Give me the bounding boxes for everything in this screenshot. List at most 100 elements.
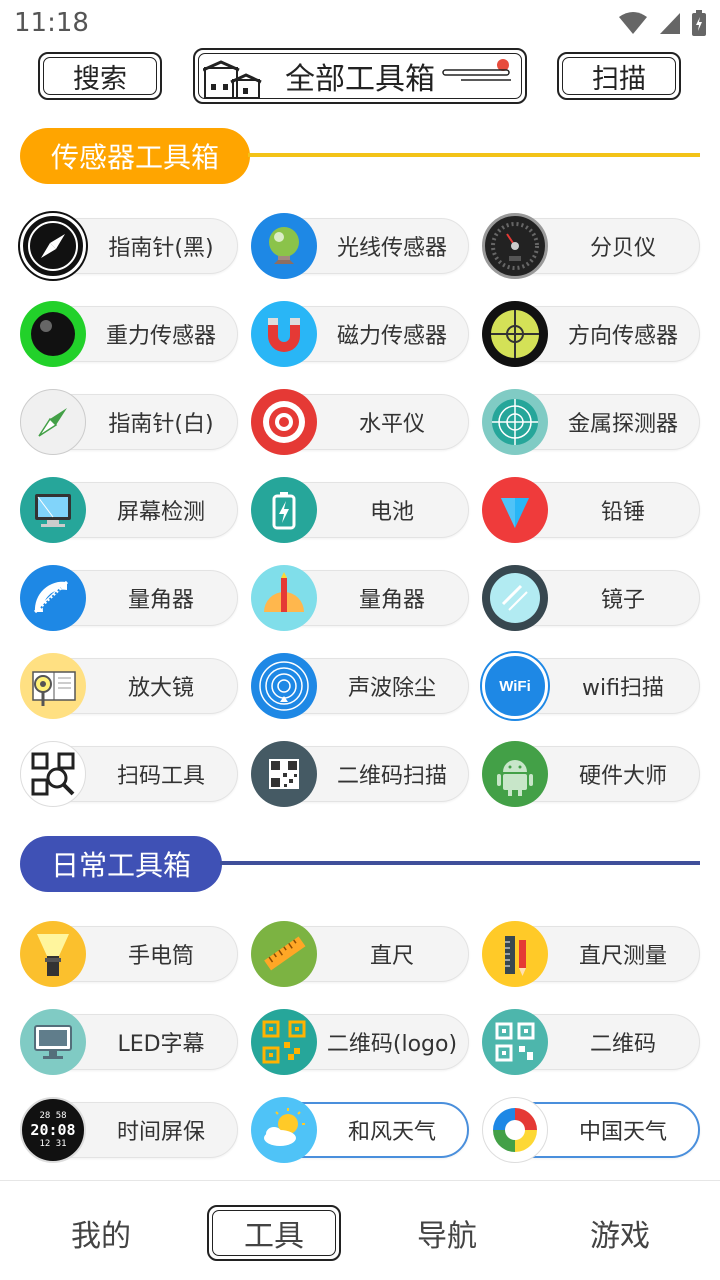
protractor-icon [20, 565, 86, 631]
all-toolbox-title[interactable]: 全部工具箱 [193, 48, 527, 104]
mirror-icon [482, 565, 548, 631]
wifi-icon: WiFi [482, 653, 548, 719]
tool-label: 中国天气 [578, 1120, 667, 1145]
tool-gravity-sensor[interactable]: 重力传感器 [20, 301, 238, 367]
tool-screen-test[interactable]: 屏幕检测 [20, 477, 238, 543]
status-time: 11:18 [14, 8, 89, 38]
radar-icon [482, 389, 548, 455]
clock-icon-line1: 28 58 [39, 1110, 67, 1121]
target-level-icon [251, 389, 317, 455]
tool-label: 量角器 [127, 588, 194, 613]
monitor-icon [20, 477, 86, 543]
qr-code-icon [251, 741, 317, 807]
tool-qr-generate[interactable]: 二维码 [482, 1009, 700, 1075]
tool-metal-detector[interactable]: 金属探测器 [482, 389, 700, 455]
section-divider-line [248, 153, 700, 157]
section-title-pill: 传感器工具箱 [20, 128, 250, 184]
search-button[interactable]: 搜索 [38, 52, 162, 100]
wifi-signal-icon [619, 12, 647, 34]
nav-tab-navigation[interactable]: 导航 [380, 1205, 514, 1261]
tool-flashlight[interactable]: 手电筒 [20, 921, 238, 987]
cloud-sun-decoration-icon [442, 59, 511, 81]
section-title: 传感器工具箱 [50, 141, 219, 174]
magnifier-book-icon [20, 653, 86, 719]
tool-compass-white[interactable]: 指南针(白) [20, 389, 238, 455]
tool-mirror[interactable]: 镜子 [482, 565, 700, 631]
house-decoration-icon [203, 60, 262, 99]
tool-qr-scan[interactable]: 扫码工具 [20, 741, 238, 807]
section-title-pill: 日常工具箱 [20, 836, 222, 892]
tool-light-sensor[interactable]: 光线传感器 [251, 213, 469, 279]
tool-protractor[interactable]: 量角器 [20, 565, 238, 631]
section-header-sensor: 传感器工具箱 [20, 128, 700, 184]
tool-wifi-scan[interactable]: wifi扫描 WiFi [482, 653, 700, 719]
tool-label: 电池 [369, 500, 414, 525]
tool-plumb-bob[interactable]: 铅锤 [482, 477, 700, 543]
tool-label: 放大镜 [127, 676, 194, 701]
tool-level[interactable]: 水平仪 [251, 389, 469, 455]
tool-ruler-protractor[interactable]: 量角器 [251, 565, 469, 631]
section-header-daily: 日常工具箱 [20, 836, 700, 892]
nav-tab-mine[interactable]: 我的 [34, 1205, 168, 1261]
tool-sonic-dust[interactable]: 声波除尘 [251, 653, 469, 719]
tool-list[interactable]: 传感器工具箱 指南针(黑) 光线传感器 分贝仪 重力传感器 磁力传感器 方向传感… [0, 112, 720, 1178]
tool-label: 屏幕检测 [116, 500, 205, 525]
tool-label: 指南针(白) [108, 412, 214, 437]
tool-label: 手电筒 [127, 944, 194, 969]
clock-icon-line3: 12 31 [39, 1138, 67, 1149]
top-bar: 搜索 全部工具箱 扫描 [0, 48, 720, 108]
decibel-meter-icon [482, 213, 548, 279]
cell-signal-icon [660, 13, 680, 34]
nav-tab-label: 游戏 [590, 1219, 650, 1254]
tool-label: 扫码工具 [116, 764, 205, 789]
tool-decibel-meter[interactable]: 分贝仪 [482, 213, 700, 279]
tool-ruler[interactable]: 直尺 [251, 921, 469, 987]
wifi-icon-text: WiFi [499, 677, 531, 695]
tool-qr-code-scan[interactable]: 二维码扫描 [251, 741, 469, 807]
tool-label: 直尺测量 [578, 944, 667, 969]
bottom-nav: 我的 工具 导航 游戏 [0, 1180, 720, 1280]
tool-ruler-measure[interactable]: 直尺测量 [482, 921, 700, 987]
android-icon [482, 741, 548, 807]
status-icons [618, 10, 706, 36]
sun-cloud-icon [251, 1097, 317, 1163]
nav-tab-games[interactable]: 游戏 [553, 1205, 687, 1261]
tool-led-banner[interactable]: LED字幕 [20, 1009, 238, 1075]
nav-tab-label: 工具 [244, 1219, 304, 1254]
tool-magnifier[interactable]: 放大镜 [20, 653, 238, 719]
tool-label: 声波除尘 [347, 676, 436, 701]
flashlight-icon [20, 921, 86, 987]
tool-label: 磁力传感器 [336, 324, 447, 349]
tool-clock-screensaver[interactable]: 时间屏保 28 58 20:08 12 31 [20, 1097, 238, 1163]
tool-label: 水平仪 [358, 412, 425, 437]
pencil-ruler-icon [482, 921, 548, 987]
battery-icon [251, 477, 317, 543]
tool-battery[interactable]: 电池 [251, 477, 469, 543]
tool-direction-sensor[interactable]: 方向传感器 [482, 301, 700, 367]
ruler-icon [251, 921, 317, 987]
tool-label: 量角器 [358, 588, 425, 613]
search-button-label: 搜索 [73, 63, 127, 95]
tool-china-weather[interactable]: 中国天气 [482, 1097, 700, 1163]
color-swirl-icon [482, 1097, 548, 1163]
tool-label: 时间屏保 [116, 1120, 205, 1145]
tool-compass-black[interactable]: 指南针(黑) [20, 213, 238, 279]
tool-label: 方向传感器 [567, 324, 678, 349]
tool-label: 和风天气 [347, 1120, 436, 1145]
qr-scan-icon [20, 741, 86, 807]
scan-button[interactable]: 扫描 [557, 52, 681, 100]
tool-label: 二维码(logo) [326, 1032, 458, 1057]
tool-label: 金属探测器 [567, 412, 678, 437]
tool-magnetic-sensor[interactable]: 磁力传感器 [251, 301, 469, 367]
tool-hardware-master[interactable]: 硬件大师 [482, 741, 700, 807]
page-title: 全部工具箱 [285, 62, 435, 97]
nav-tab-tools[interactable]: 工具 [207, 1205, 341, 1261]
battery-status-icon [692, 10, 706, 36]
tool-label: 铅锤 [600, 500, 645, 525]
tool-label: 指南针(黑) [108, 236, 214, 261]
tool-label: 镜子 [600, 588, 645, 613]
compass-white-icon [20, 389, 86, 455]
tool-qweather[interactable]: 和风天气 [251, 1097, 469, 1163]
tool-qr-logo[interactable]: 二维码(logo) [251, 1009, 469, 1075]
plumb-bob-icon [482, 477, 548, 543]
